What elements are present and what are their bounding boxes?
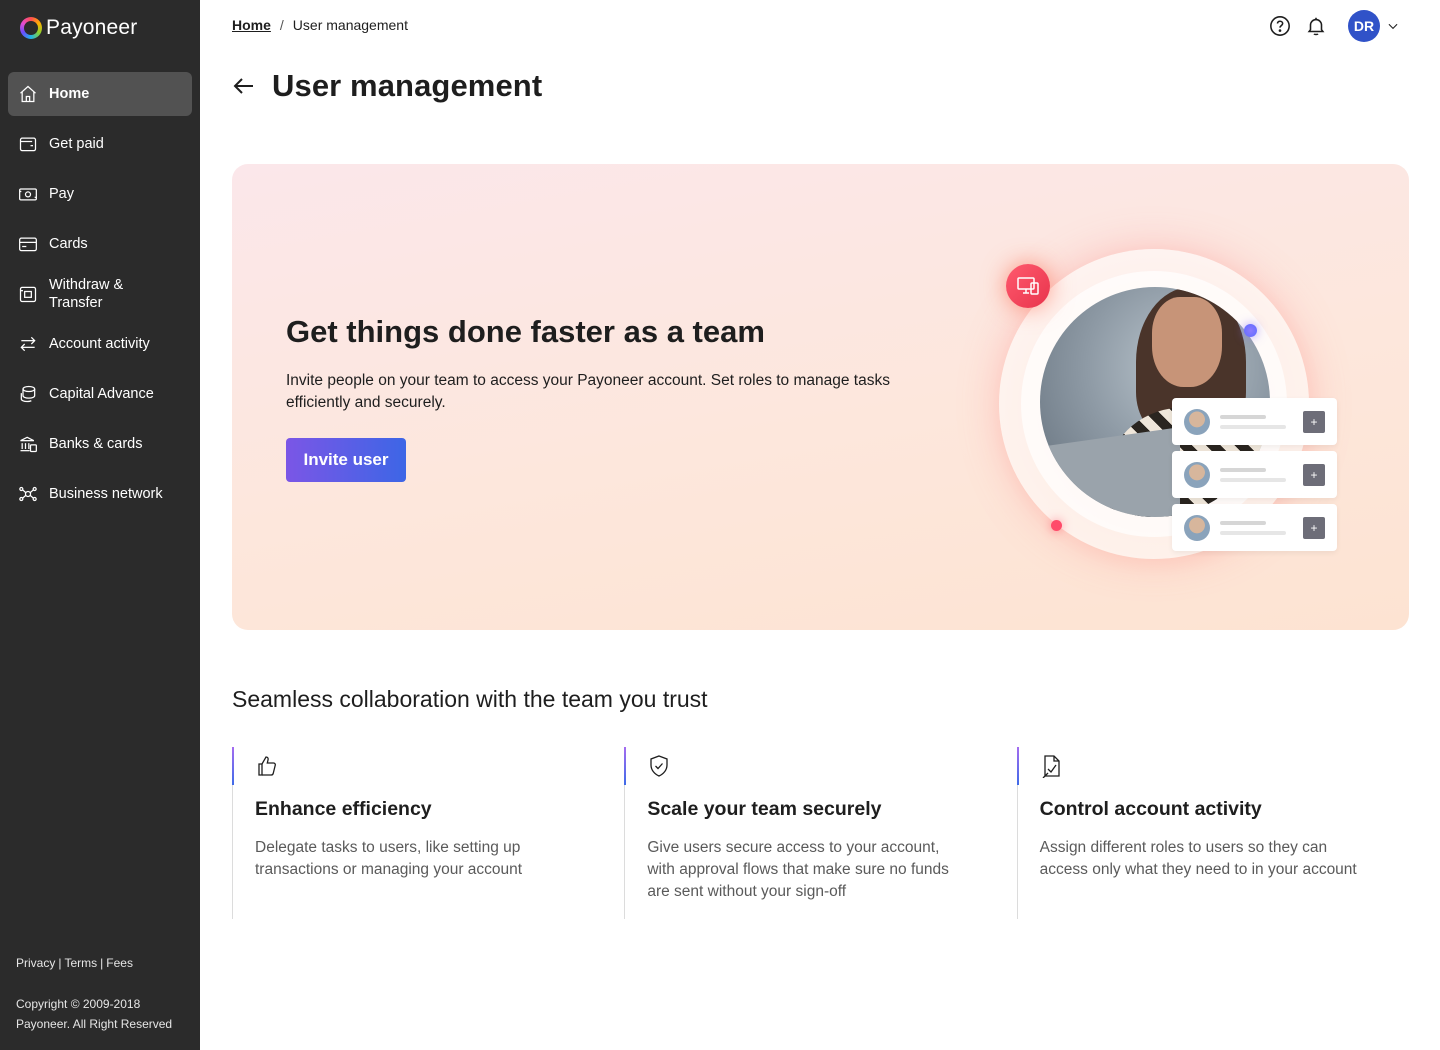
terms-link[interactable]: Terms	[64, 956, 97, 970]
avatar	[1184, 514, 1210, 541]
feature-title: Control account activity	[1039, 798, 1262, 820]
feature-description: Delegate tasks to users, like setting up…	[255, 839, 523, 878]
features-title: Seamless collaboration with the team you…	[232, 686, 708, 712]
sidebar-nav: Home Get paid Pay Cards Withdraw & Trans…	[8, 72, 192, 522]
payoneer-logo-icon	[20, 17, 42, 39]
feature-description: Give users secure access to your account…	[647, 839, 949, 900]
breadcrumb: Home / User management	[232, 17, 408, 33]
sidebar-item-business-network[interactable]: Business network	[8, 472, 192, 516]
feature-card: Control account activity Assign differen…	[1016, 747, 1409, 919]
chevron-down-icon[interactable]	[1386, 19, 1400, 33]
document-check-icon	[1040, 754, 1064, 779]
sidebar-item-account-activity[interactable]: Account activity	[8, 322, 192, 366]
devices-icon	[1006, 264, 1050, 308]
wallet-icon	[18, 134, 38, 154]
sidebar-item-label: Business network	[49, 486, 163, 502]
placeholder-lines	[1220, 414, 1303, 429]
header-actions: DR	[1256, 10, 1400, 42]
sidebar-item-label: Banks & cards	[49, 436, 143, 452]
footer-separator: |	[100, 956, 104, 970]
user-avatar[interactable]: DR	[1348, 10, 1380, 42]
breadcrumb-current: User management	[292, 17, 408, 33]
photo-laptop	[1040, 427, 1180, 517]
bell-icon[interactable]	[1304, 14, 1328, 38]
sidebar-item-label: Account activity	[49, 336, 150, 352]
hero-banner: Get things done faster as a team Invite …	[232, 164, 1409, 630]
brand-name: Payoneer	[46, 16, 138, 39]
team-illustration: + + +	[972, 224, 1372, 584]
shield-check-icon	[647, 754, 671, 778]
feature-title: Scale your team securely	[647, 798, 882, 820]
sidebar-footer: Privacy | Terms | Fees Copyright © 2009-…	[16, 956, 186, 1034]
user-list-illustration: + + +	[1172, 398, 1337, 557]
placeholder-lines	[1220, 467, 1303, 482]
withdraw-icon	[18, 284, 38, 304]
coins-icon	[18, 384, 38, 404]
breadcrumb-separator: /	[279, 17, 284, 33]
footer-separator: |	[58, 956, 62, 970]
plus-icon: +	[1303, 410, 1325, 433]
home-icon	[18, 84, 38, 104]
invite-user-button[interactable]: Invite user	[286, 438, 406, 482]
avatar	[1184, 408, 1210, 435]
feature-card: Enhance efficiency Delegate tasks to use…	[232, 747, 624, 919]
page-header: User management	[232, 68, 542, 104]
network-icon	[18, 484, 38, 504]
fees-link[interactable]: Fees	[106, 956, 133, 970]
sidebar-item-capital-advance[interactable]: Capital Advance	[8, 372, 192, 416]
privacy-link[interactable]: Privacy	[16, 956, 55, 970]
user-list-row: +	[1172, 451, 1337, 498]
sidebar-item-cards[interactable]: Cards	[8, 222, 192, 266]
footer-links: Privacy | Terms | Fees	[16, 956, 186, 970]
plus-icon: +	[1303, 516, 1325, 539]
feature-description: Assign different roles to users so they …	[1039, 839, 1357, 878]
sidebar-item-label: Pay	[49, 186, 74, 202]
hero-title: Get things done faster as a team	[286, 314, 765, 349]
back-arrow-icon[interactable]	[232, 74, 256, 98]
hero-description: Invite people on your team to access you…	[286, 372, 890, 411]
placeholder-lines	[1220, 520, 1303, 535]
sidebar-item-label: Capital Advance	[49, 386, 154, 402]
sidebar-item-label: Get paid	[49, 136, 104, 152]
sidebar-item-label: Home	[49, 86, 90, 102]
help-icon[interactable]	[1268, 14, 1292, 38]
sidebar-item-banks-cards[interactable]: Banks & cards	[8, 422, 192, 466]
avatar	[1184, 461, 1210, 488]
brand-logo[interactable]: Payoneer	[20, 16, 138, 40]
transfer-arrows-icon	[18, 334, 38, 354]
sidebar-item-withdraw-transfer[interactable]: Withdraw & Transfer	[8, 272, 192, 316]
feature-card: Scale your team securely Give users secu…	[624, 747, 1016, 919]
copyright-text: Copyright © 2009-2018 Payoneer. All Righ…	[16, 997, 173, 1031]
thumbs-up-icon	[255, 754, 279, 778]
sidebar-item-label: Cards	[49, 236, 88, 252]
decorative-dot	[1244, 324, 1257, 337]
feature-title: Enhance efficiency	[255, 798, 432, 820]
photo-face	[1152, 297, 1222, 387]
sidebar-item-get-paid[interactable]: Get paid	[8, 122, 192, 166]
sidebar-item-label: Withdraw & Transfer	[49, 277, 124, 311]
card-icon	[18, 234, 38, 254]
user-list-row: +	[1172, 504, 1337, 551]
sidebar-item-pay[interactable]: Pay	[8, 172, 192, 216]
plus-icon: +	[1303, 463, 1325, 486]
sidebar: Payoneer Home Get paid Pay Cards Withdra…	[0, 0, 200, 1050]
sidebar-item-home[interactable]: Home	[8, 72, 192, 116]
bank-icon	[18, 434, 38, 454]
decorative-dot	[1051, 520, 1062, 531]
user-list-row: +	[1172, 398, 1337, 445]
cash-icon	[18, 184, 38, 204]
page-title: User management	[272, 68, 543, 103]
breadcrumb-home-link[interactable]: Home	[232, 17, 271, 33]
features-list: Enhance efficiency Delegate tasks to use…	[232, 747, 1409, 919]
